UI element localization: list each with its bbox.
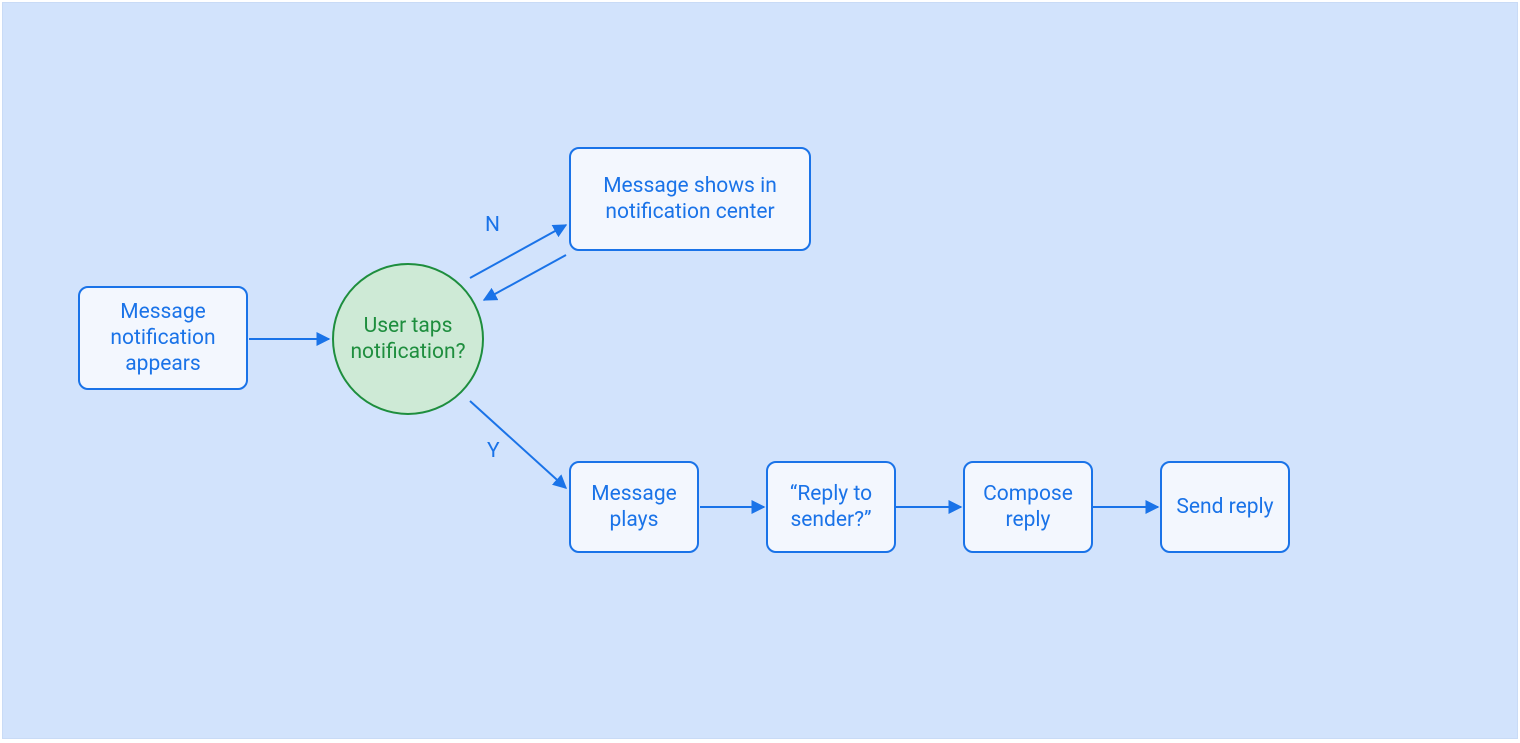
edge-label-yes: Y — [487, 439, 500, 463]
node-message-plays: Message plays — [569, 461, 699, 553]
node-no-branch: Message shows in notification center — [569, 147, 811, 251]
node-reply-to-sender: “Reply to sender?” — [766, 461, 896, 553]
node-start: Message notification appears — [78, 286, 248, 390]
diagram-canvas: Message notification appears User taps n… — [2, 2, 1518, 739]
node-send-reply: Send reply — [1160, 461, 1290, 553]
node-compose-reply: Compose reply — [963, 461, 1093, 553]
node-decision: User taps notification? — [332, 263, 484, 415]
edge-label-no: N — [485, 213, 500, 237]
